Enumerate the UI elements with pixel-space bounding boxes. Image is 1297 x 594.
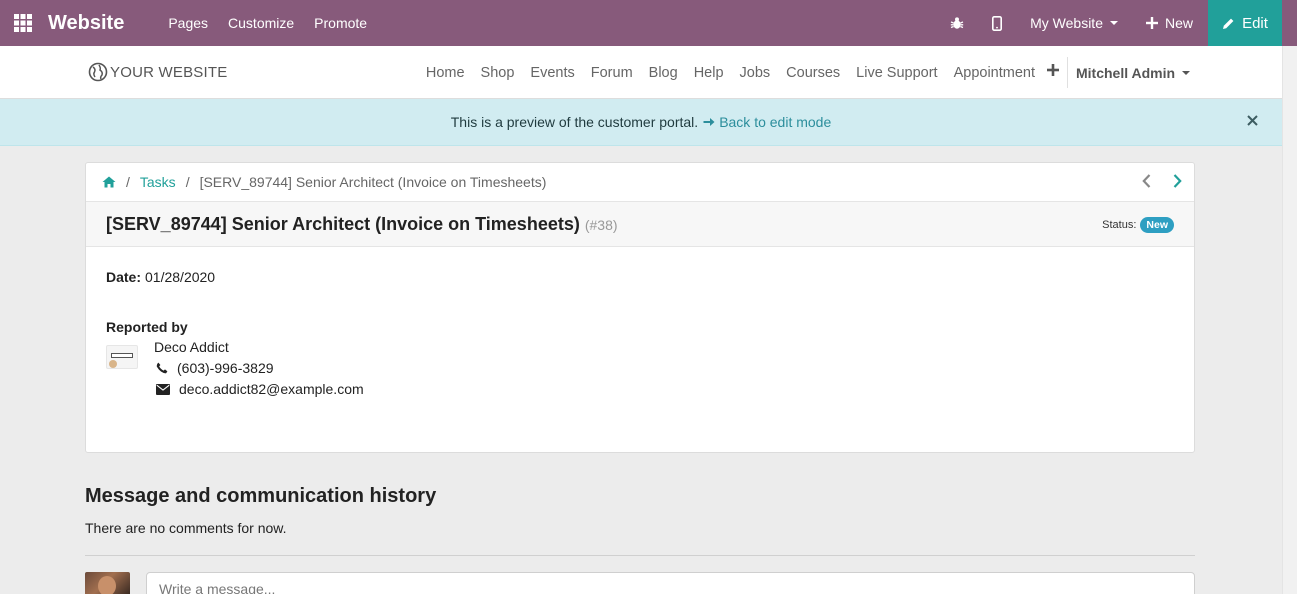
contact-phone-value: (603)-996-3829 (177, 360, 274, 376)
new-button-label: New (1164, 15, 1193, 31)
status-badge: New (1140, 217, 1174, 233)
back-to-edit-label: Back to edit mode (719, 114, 832, 130)
date-value: 01/28/2020 (145, 269, 216, 285)
chevron-down-icon (1182, 70, 1191, 75)
task-date: Date: 01/28/2020 (106, 269, 1166, 285)
alert-close-button[interactable] (1247, 115, 1258, 126)
admin-topbar: Website Pages Customize Promote My Websi… (0, 0, 1297, 46)
close-icon (1247, 115, 1258, 126)
edit-button-label: Edit (1242, 14, 1268, 32)
website-selector-label: My Website (1030, 15, 1103, 31)
task-status: Status: New (1102, 217, 1174, 233)
top-right-tools: My Website New (950, 0, 1208, 46)
breadcrumb-separator: / (185, 174, 190, 190)
task-header: [SERV_89744] Senior Architect (Invoice o… (86, 201, 1194, 247)
breadcrumb: / Tasks / [SERV_89744] Senior Architect … (86, 163, 1194, 201)
page-scrollbar[interactable] (1282, 46, 1297, 594)
contact-avatar (106, 345, 138, 369)
nav-divider (1067, 57, 1068, 88)
contact-email-value: deco.addict82@example.com (179, 381, 364, 397)
alert-text: This is a preview of the customer portal… (450, 114, 699, 130)
nav-appointment[interactable]: Appointment (954, 65, 1035, 81)
mobile-icon (992, 15, 1003, 31)
top-menu-promote[interactable]: Promote (314, 15, 367, 31)
history-title: Message and communication history (85, 485, 437, 507)
date-label: Date: (106, 269, 142, 285)
bug-icon (950, 17, 964, 29)
site-logo[interactable]: YOUR WEBSITE (88, 62, 227, 82)
task-card: / Tasks / [SERV_89744] Senior Architect … (85, 162, 1195, 453)
website-selector[interactable]: My Website (1030, 15, 1118, 31)
user-menu-name: Mitchell Admin (1076, 64, 1176, 81)
site-nav-links: Home Shop Events Forum Blog Help Jobs Co… (426, 46, 1035, 99)
nav-shop[interactable]: Shop (481, 65, 515, 81)
task-details: Date: 01/28/2020 Reported by Deco Addict … (106, 269, 1166, 397)
debug-button[interactable] (950, 16, 964, 30)
app-brand[interactable]: Website (48, 12, 124, 35)
phone-icon (156, 362, 168, 374)
breadcrumb-home[interactable] (102, 176, 116, 188)
plus-icon (1047, 64, 1059, 76)
top-menu-customize[interactable]: Customize (228, 15, 294, 31)
website-navbar: YOUR WEBSITE Home Shop Events Forum Blog… (0, 46, 1282, 99)
nav-live-support[interactable]: Live Support (856, 65, 937, 81)
breadcrumb-tasks[interactable]: Tasks (140, 174, 176, 190)
back-to-edit-link[interactable]: Back to edit mode (703, 114, 831, 130)
envelope-icon (156, 383, 170, 395)
apps-menu-button[interactable] (0, 0, 46, 46)
status-label: Status: (1102, 219, 1137, 231)
chevron-left-icon (1142, 174, 1151, 188)
breadcrumb-separator: / (126, 174, 130, 190)
pencil-icon (1223, 18, 1234, 29)
breadcrumb-current: [SERV_89744] Senior Architect (Invoice o… (199, 174, 547, 190)
nav-jobs[interactable]: Jobs (740, 65, 771, 81)
next-record-button[interactable] (1173, 174, 1182, 188)
record-pager (1142, 174, 1182, 188)
contact-phone: (603)-996-3829 (156, 360, 274, 376)
new-button[interactable]: New (1145, 15, 1193, 31)
site-logo-text: YOUR WEBSITE (110, 63, 228, 81)
edit-button[interactable]: Edit (1208, 0, 1282, 46)
history-empty-text: There are no comments for now. (85, 520, 287, 536)
nav-courses[interactable]: Courses (786, 65, 840, 81)
previous-record-button[interactable] (1142, 174, 1151, 188)
reported-by-label: Reported by (106, 319, 188, 335)
task-title: [SERV_89744] Senior Architect (Invoice o… (106, 213, 580, 234)
add-menu-item-button[interactable] (1047, 64, 1059, 76)
history-divider (85, 555, 1195, 556)
nav-blog[interactable]: Blog (649, 65, 678, 81)
contact-email: deco.addict82@example.com (156, 381, 364, 397)
nav-help[interactable]: Help (694, 65, 724, 81)
arrow-right-icon (703, 118, 715, 126)
nav-events[interactable]: Events (530, 65, 574, 81)
avatar (85, 572, 130, 594)
chevron-down-icon (1109, 21, 1118, 25)
home-icon (102, 176, 116, 188)
nav-home[interactable]: Home (426, 65, 465, 81)
contact-name: Deco Addict (154, 339, 229, 355)
top-menu-pages[interactable]: Pages (168, 15, 208, 31)
portal-preview-alert: This is a preview of the customer portal… (0, 99, 1282, 146)
globe-icon (88, 62, 108, 82)
chevron-right-icon (1173, 174, 1182, 188)
user-menu[interactable]: Mitchell Admin (1076, 46, 1191, 99)
message-input[interactable] (146, 572, 1195, 594)
mobile-preview-button[interactable] (992, 15, 1003, 31)
apps-grid-icon (14, 14, 32, 32)
nav-forum[interactable]: Forum (591, 65, 633, 81)
plus-icon (1145, 17, 1158, 29)
task-reference: (#38) (584, 217, 618, 233)
top-menu: Pages Customize Promote (168, 15, 367, 31)
